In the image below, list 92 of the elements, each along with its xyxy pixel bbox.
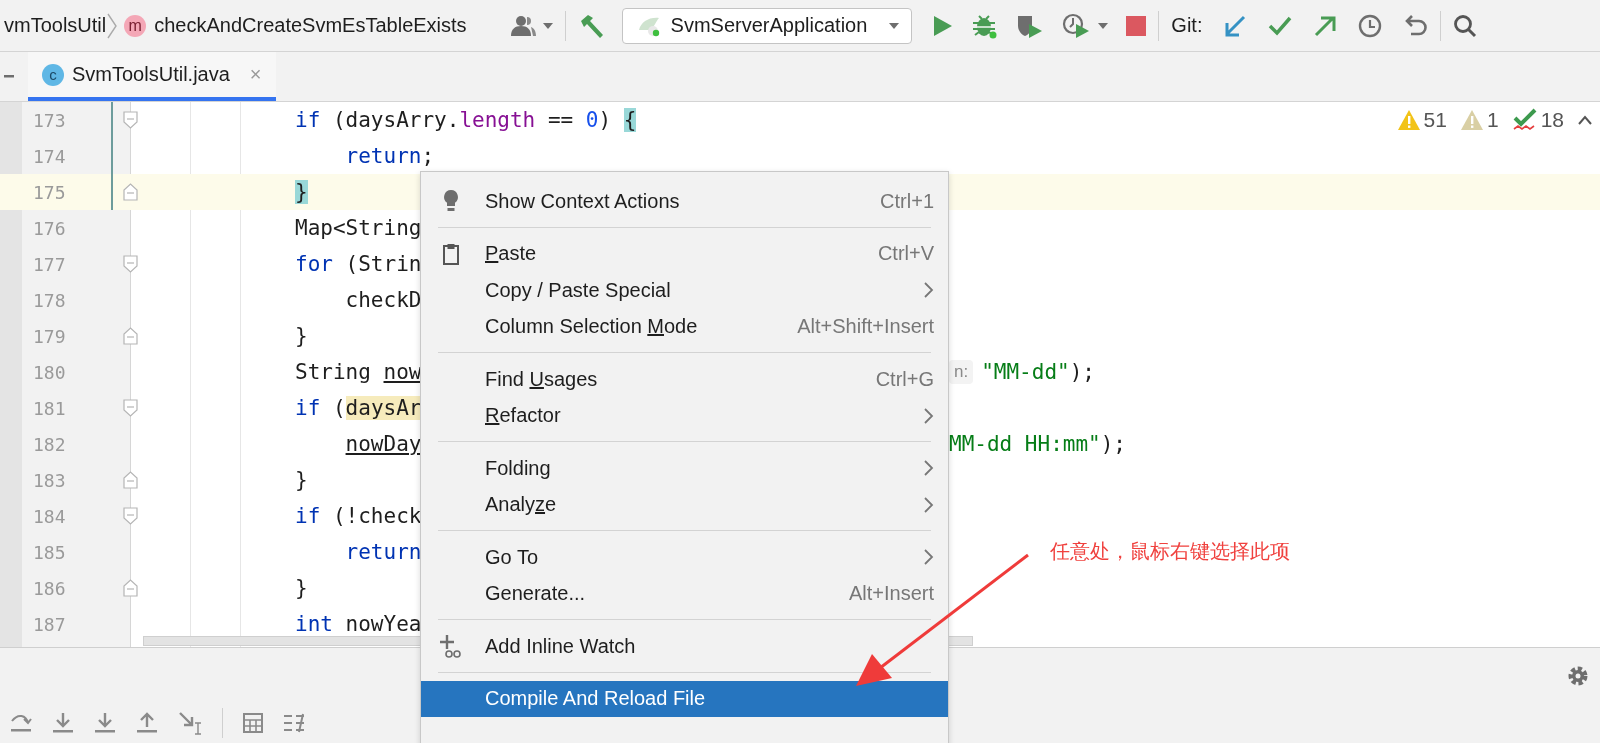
dropdown-caret-icon[interactable] <box>889 22 900 29</box>
line-number: 185 <box>33 541 66 563</box>
editor-tab[interactable]: c SvmToolsUtil.java × <box>28 52 276 101</box>
menu-item[interactable]: Generate... Alt+Insert <box>421 575 948 612</box>
code-line: Map<String <box>295 216 422 240</box>
lightbulb-icon <box>442 189 460 214</box>
collapse-icon[interactable] <box>4 74 14 79</box>
code-line: } <box>295 576 308 600</box>
line-number: 178 <box>33 289 66 311</box>
clipboard-icon <box>442 242 460 265</box>
menu-item[interactable]: Find Usages Ctrl+G <box>421 361 948 398</box>
trace-icon[interactable] <box>283 713 305 733</box>
line-number: 184 <box>33 505 66 527</box>
menu-item[interactable]: Compile And Reload File <box>421 680 948 717</box>
line-number: 186 <box>33 577 66 599</box>
git-label: Git: <box>1171 14 1203 37</box>
history-clock-icon[interactable] <box>1358 13 1383 38</box>
line-number: 174 <box>33 145 66 167</box>
menu-item[interactable]: Copy / Paste Special <box>421 272 948 309</box>
code-line: MM-dd HH:mm"); <box>949 432 1126 456</box>
line-number: 176 <box>33 217 66 239</box>
code-line: nowDay <box>344 432 422 456</box>
menu-item[interactable]: Analyze <box>421 486 948 523</box>
run-to-cursor-icon[interactable] <box>178 711 202 735</box>
fold-icon[interactable] <box>123 399 138 417</box>
fold-icon[interactable] <box>123 255 138 273</box>
settings-icon[interactable] <box>1566 664 1590 688</box>
menu-item[interactable]: Refactor <box>421 397 948 434</box>
fold-icon[interactable] <box>123 111 138 129</box>
breadcrumb-item[interactable]: vmToolsUtil <box>4 14 107 37</box>
unfold-icon[interactable] <box>123 183 138 201</box>
inspection-count[interactable]: 51 <box>1423 108 1447 132</box>
code-line: if (daysAr <box>295 396 422 420</box>
code-line: } <box>295 468 308 492</box>
method-icon: m <box>124 14 147 37</box>
collapse-chevron-icon[interactable] <box>1578 115 1592 125</box>
unfold-icon[interactable] <box>123 327 138 345</box>
code-line: if (!check <box>295 504 422 528</box>
breadcrumb-item[interactable]: checkAndCreateSvmEsTableExists <box>154 14 467 37</box>
line-number: 182 <box>33 433 66 455</box>
warning-icon[interactable] <box>1397 110 1420 130</box>
code-line: n: "MM-dd"); <box>949 360 1095 384</box>
line-number: 175 <box>33 181 66 203</box>
code-line: return; <box>344 144 435 168</box>
code-line: return <box>344 540 422 564</box>
menu-item[interactable]: Folding <box>421 450 948 487</box>
line-number: 187 <box>33 613 66 635</box>
class-icon: c <box>42 63 64 86</box>
add-watch-icon <box>440 633 462 660</box>
code-line: checkD <box>344 288 422 312</box>
users-icon[interactable] <box>510 13 537 38</box>
push-arrow-icon[interactable] <box>1314 14 1337 37</box>
line-number: 173 <box>33 109 66 131</box>
inspection-count[interactable]: 18 <box>1540 108 1564 132</box>
run-configuration-dropdown[interactable]: SvmServerApplication <box>621 7 913 44</box>
code-line: if (daysArry.length == 0) { <box>295 108 637 132</box>
profiler-icon[interactable] <box>1062 12 1091 39</box>
inspection-count[interactable]: 1 <box>1486 108 1499 132</box>
line-number: 179 <box>33 325 66 347</box>
line-number: 183 <box>33 469 66 491</box>
update-arrow-icon[interactable] <box>1224 14 1247 37</box>
unfold-icon[interactable] <box>123 471 138 489</box>
step-over-icon[interactable] <box>10 713 32 733</box>
fold-icon[interactable] <box>123 507 138 525</box>
chevron-right-icon <box>106 12 119 39</box>
warning-icon[interactable] <box>1460 110 1483 130</box>
line-number: 180 <box>33 361 66 383</box>
menu-item[interactable]: Show Context Actions Ctrl+1 <box>421 183 948 220</box>
stop-icon[interactable] <box>1126 15 1147 36</box>
checkmark-icon[interactable] <box>1268 15 1293 36</box>
unfold-icon[interactable] <box>123 579 138 597</box>
spellcheck-icon[interactable] <box>1512 108 1537 132</box>
menu-item[interactable]: Paste Ctrl+V <box>421 235 948 272</box>
annotation-note: 任意处，鼠标右键选择此项 <box>1050 539 1290 564</box>
step-into-icon[interactable] <box>52 712 74 734</box>
debug-icon[interactable] <box>972 12 999 39</box>
undo-icon[interactable] <box>1404 14 1429 37</box>
dropdown-caret-icon[interactable] <box>1098 22 1109 29</box>
menu-item[interactable]: Go To <box>421 539 948 576</box>
search-icon[interactable] <box>1453 13 1478 38</box>
dropdown-caret-icon[interactable] <box>542 22 553 29</box>
menu-item[interactable]: Add Inline Watch <box>421 628 948 665</box>
menu-item[interactable]: Column Selection Mode Alt+Shift+Insert <box>421 308 948 345</box>
line-number: 177 <box>33 253 66 275</box>
code-line: } <box>295 324 308 348</box>
calculator-icon[interactable] <box>243 713 263 733</box>
code-line: String now <box>295 360 422 384</box>
code-line: int nowYea <box>295 612 422 636</box>
code-line: for (Strin <box>295 252 422 276</box>
line-number: 181 <box>33 397 66 419</box>
step-out-icon[interactable] <box>136 712 158 734</box>
force-step-into-icon[interactable] <box>94 712 116 734</box>
